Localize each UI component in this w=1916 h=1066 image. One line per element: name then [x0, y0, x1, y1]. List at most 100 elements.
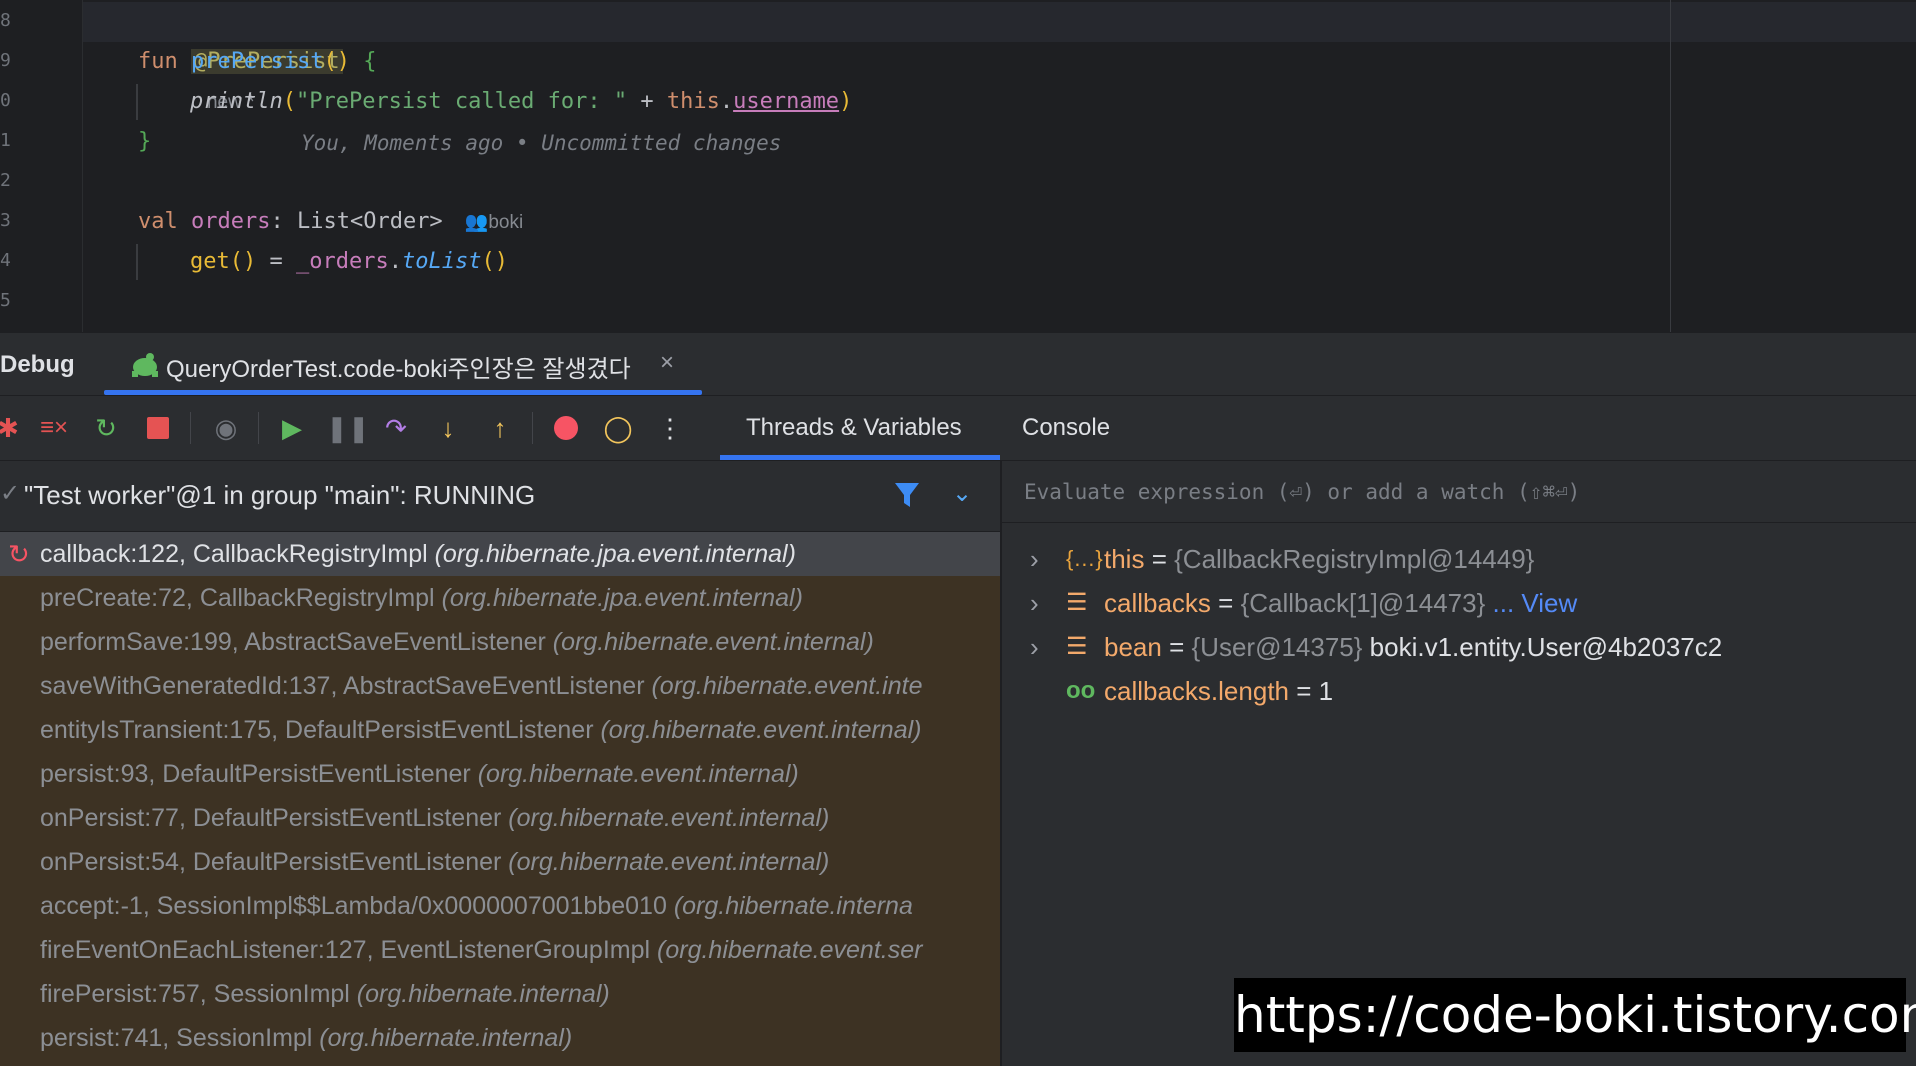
chevron-right-icon[interactable]: › — [1030, 581, 1039, 625]
code-line-val: val orders: List<Order> 👥boki — [138, 202, 523, 242]
line-number: 9 — [0, 50, 11, 71]
frame-row[interactable]: fireEventOnEachListener:127, EventListen… — [0, 928, 1000, 972]
frame-method: saveWithGeneratedId:137, AbstractSaveEve… — [40, 672, 652, 700]
right-margin-guide — [1670, 0, 1671, 332]
frame-method: persist:93, DefaultPersistEventListener — [40, 760, 478, 788]
variable-value: boki.v1.entity.User@4b2037c2 — [1362, 632, 1723, 662]
filter-icon[interactable] — [892, 477, 922, 513]
field-ref[interactable]: username — [733, 89, 839, 114]
session-label: QueryOrderTest.code-boki주인장은 잘생겼다 — [166, 356, 631, 383]
variable-ref: {User@14375} — [1191, 632, 1363, 662]
frame-row[interactable]: onPersist:54, DefaultPersistEventListene… — [0, 840, 1000, 884]
frame-row[interactable]: performSave:199, AbstractSaveEventListen… — [0, 620, 1000, 664]
watch-icon: oo — [1066, 677, 1096, 704]
resume-icon[interactable]: ▶ — [274, 410, 310, 446]
property-name: orders — [191, 209, 271, 234]
frame-package: (org.hibernate.internal) — [356, 980, 610, 1008]
code-editor[interactable]: 8 9 0 1 2 3 4 5 @PrePersist new * You, M… — [0, 0, 1916, 332]
dot: . — [388, 249, 402, 274]
frame-method: preCreate:72, CallbackRegistryImpl — [40, 584, 442, 612]
tab-label: Threads & Variables — [746, 414, 962, 441]
bug-icon[interactable]: ✱ — [0, 410, 26, 446]
step-over-icon[interactable]: ↷ — [378, 410, 414, 446]
variable-value: 1 — [1318, 676, 1334, 706]
frame-method: accept:-1, SessionImpl$$Lambda/0x0000007… — [40, 892, 674, 920]
view-link[interactable]: ... View — [1493, 588, 1578, 618]
frame-method: performSave:199, AbstractSaveEventListen… — [40, 628, 553, 656]
frame-method: onPersist:54, DefaultPersistEventListene… — [40, 848, 509, 876]
chevron-right-icon[interactable]: › — [1030, 537, 1039, 581]
code-line-println: println("PrePersist called for: " + this… — [190, 82, 852, 122]
thread-selector[interactable]: ✓ "Test worker"@1 in group "main": RUNNI… — [0, 461, 1000, 532]
author-hint[interactable]: 👥boki — [465, 212, 524, 233]
variable-text: callbacks.length = 1 — [1104, 669, 1333, 713]
check-icon: ✓ — [0, 480, 21, 507]
frame-row[interactable]: saveWithGeneratedId:137, AbstractSaveEve… — [0, 664, 1000, 708]
frame-row-selected[interactable]: ↻ callback:122, CallbackRegistryImpl (or… — [0, 532, 1000, 576]
frame-row[interactable]: preCreate:72, CallbackRegistryImpl (org.… — [0, 576, 1000, 620]
type-name: List<Order> — [296, 209, 443, 234]
close-icon[interactable]: × — [660, 349, 674, 377]
variable-ref: {Callback[1]@14473} — [1240, 588, 1486, 618]
user-icon: 👥 — [464, 212, 489, 233]
debug-session-tab[interactable]: QueryOrderTest.code-boki주인장은 잘생겼다 × — [104, 333, 702, 395]
keyword: this — [666, 89, 720, 114]
frame-row[interactable]: onPersist:77, DefaultPersistEventListene… — [0, 796, 1000, 840]
variable-name: callbacks — [1104, 588, 1211, 618]
parens: () — [229, 249, 257, 274]
variable-row-this[interactable]: › {…} this = {CallbackRegistryImpl@14449… — [1002, 537, 1916, 581]
frame-row[interactable]: persist:741, SessionImpl (org.hibernate.… — [0, 1016, 1000, 1060]
more-icon[interactable]: ⋮ — [652, 410, 688, 446]
field-ref: _orders — [296, 249, 389, 274]
frames-list: ↻ callback:122, CallbackRegistryImpl (or… — [0, 532, 1000, 1060]
frame-row[interactable]: firePersist:757, SessionImpl (org.hibern… — [0, 972, 1000, 1016]
debug-toolbar: ✱ ≡× ↻ ◉ ▶ ❚❚ ↷ ↓ ↑ ◯ ⋮ Threads & Variab… — [0, 396, 1916, 461]
frame-package: (org.hibernate.event.internal) — [477, 760, 799, 788]
watermark: https://code-boki.tistory.com — [1234, 978, 1916, 1052]
eye-icon[interactable]: ◉ — [208, 410, 244, 446]
frame-row[interactable]: persist:93, DefaultPersistEventListener … — [0, 752, 1000, 796]
variable-row-callbacks[interactable]: › ☰ callbacks = {Callback[1]@14473} ... … — [1002, 581, 1916, 625]
frame-package: (org.hibernate.event.internal) — [552, 628, 874, 656]
step-out-icon[interactable]: ↑ — [482, 410, 518, 446]
parens: () — [323, 49, 350, 74]
getter-keyword: get — [190, 249, 230, 274]
variable-text: callbacks = {Callback[1]@14473} ... View — [1104, 581, 1577, 625]
frame-package: (org.hibernate.event.internal) — [508, 804, 830, 832]
variable-row-callbacks-length[interactable]: oo callbacks.length = 1 — [1002, 669, 1916, 713]
frame-method: persist:741, SessionImpl — [40, 1024, 320, 1052]
frame-package: (org.hibernate.interna — [673, 892, 913, 920]
view-breakpoints-icon[interactable] — [548, 410, 584, 446]
mute-breakpoints-icon[interactable]: ◯ — [600, 410, 636, 446]
operator: = — [256, 249, 296, 274]
line-number: 2 — [0, 170, 11, 191]
frame-method: callback:122, CallbackRegistryImpl — [40, 540, 435, 568]
frame-package: (org.hibernate.internal) — [319, 1024, 573, 1052]
chevron-right-icon[interactable]: › — [1030, 625, 1039, 669]
equals: = — [1161, 632, 1192, 662]
stop-icon[interactable] — [140, 410, 176, 446]
colon: : — [270, 209, 297, 234]
restart-icon[interactable]: ↻ — [88, 410, 124, 446]
keyword: fun — [138, 49, 178, 74]
clear-all-icon[interactable]: ≡× — [36, 410, 72, 446]
step-into-icon[interactable]: ↓ — [430, 410, 466, 446]
frame-package: (org.hibernate.event.ser — [657, 936, 923, 964]
evaluate-expression-input[interactable] — [1002, 461, 1916, 523]
frame-method: fireEventOnEachListener:127, EventListen… — [40, 936, 658, 964]
frame-row[interactable]: accept:-1, SessionImpl$$Lambda/0x0000007… — [0, 884, 1000, 928]
line-number: 3 — [0, 210, 11, 231]
pause-icon[interactable]: ❚❚ — [326, 410, 370, 446]
frame-row[interactable]: entityIsTransient:175, DefaultPersistEve… — [0, 708, 1000, 752]
variable-name: this — [1104, 544, 1145, 574]
paren: ( — [282, 89, 296, 114]
chevron-down-icon[interactable]: ⌄ — [952, 479, 972, 508]
tab-console[interactable]: Console — [1000, 396, 1140, 460]
tab-threads-variables[interactable]: Threads & Variables — [720, 396, 1000, 460]
variables-tree: › {…} this = {CallbackRegistryImpl@14449… — [1002, 537, 1916, 713]
variable-row-bean[interactable]: › ☰ bean = {User@14375} boki.v1.entity.U… — [1002, 625, 1916, 669]
frame-package: (org.hibernate.event.inte — [651, 672, 923, 700]
toolbar-separator — [190, 412, 191, 444]
object-icon: {…} — [1066, 546, 1103, 571]
call-name: println — [190, 89, 283, 114]
